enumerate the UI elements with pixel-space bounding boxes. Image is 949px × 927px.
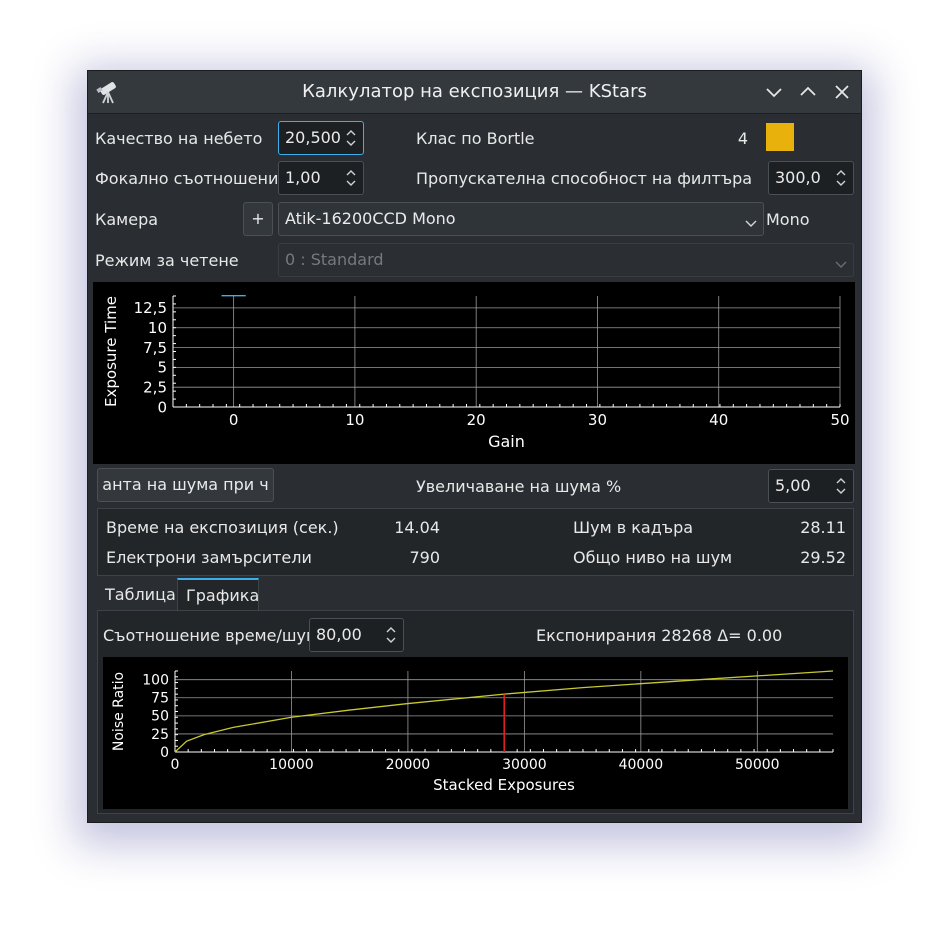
close-icon[interactable]: [830, 80, 854, 104]
read-mode-value: 0 : Standard: [285, 250, 384, 269]
x-tick-label: 50000: [735, 757, 780, 773]
pollution-electrons-value: 790: [409, 548, 440, 567]
y-tick-label: 5: [157, 359, 167, 377]
gain-exposure-chart: 0 10 20 30 40 50 0 2,5 5 7,5 10 12,5 Gain Exposure Ti…: [93, 282, 855, 464]
bortle-value: 4: [737, 129, 748, 148]
x-tick-label: 40: [709, 411, 728, 429]
telescope-icon: [96, 79, 122, 105]
x-tick-label: 40000: [619, 757, 664, 773]
time-noise-ratio-value: 80,00: [316, 625, 362, 644]
read-mode-label: Режим за четене: [95, 251, 239, 270]
filter-bandwidth-value: 300,0: [775, 168, 821, 187]
camera-type-label: Mono: [766, 210, 810, 229]
chevron-down-icon: [835, 255, 847, 268]
y-tick-label: 7,5: [143, 339, 167, 357]
y-tick-label: 0: [157, 398, 167, 416]
y-axis-title: Noise Ratio: [111, 672, 127, 751]
filter-bandwidth-spinbox[interactable]: 300,0: [768, 161, 854, 195]
x-axis-title: Stacked Exposures: [433, 776, 575, 794]
spin-arrows-icon[interactable]: [835, 167, 847, 189]
noise-increase-value: 5,00: [775, 476, 811, 495]
y-tick-label: 12,5: [134, 299, 167, 317]
graph-tab-panel: Съотношение време/шум 80,00 Експонирания…: [97, 610, 854, 814]
camera-label: Камера: [95, 210, 159, 229]
spin-arrows-icon[interactable]: [835, 475, 847, 497]
x-tick-label: 0: [171, 757, 180, 773]
x-tick-label: 0: [229, 411, 239, 429]
noise-selector-button[interactable]: анта на шума при ч: [97, 468, 274, 502]
read-mode-select: 0 : Standard: [278, 243, 854, 277]
y-tick-label: 10: [148, 319, 167, 337]
x-tick-label: 10: [345, 411, 364, 429]
focal-ratio-spinbox[interactable]: 1,00: [278, 161, 364, 195]
add-camera-button[interactable]: +: [243, 202, 273, 236]
noise-increase-label: Увеличаване на шума %: [416, 477, 622, 496]
bortle-color-swatch: [766, 123, 794, 151]
exposure-time-value: 14.04: [394, 518, 440, 537]
camera-select-value: Atik-16200CCD Mono: [285, 209, 456, 228]
focal-ratio-value: 1,00: [285, 168, 321, 187]
chevron-down-icon: [745, 214, 757, 227]
exposure-calculator-window: Калкулатор на експозиция — KStars Качест…: [87, 70, 862, 823]
total-noise-label: Общо ниво на шум: [573, 548, 733, 567]
frame-noise-value: 28.11: [800, 518, 846, 537]
noise-increase-spinbox[interactable]: 5,00: [768, 469, 854, 503]
y-tick-label: 75: [151, 691, 169, 707]
tab-graph[interactable]: Графика: [177, 578, 259, 611]
time-noise-ratio-spinbox[interactable]: 80,00: [309, 618, 404, 652]
y-tick-label: 100: [142, 673, 169, 689]
results-panel: Време на експозиция (сек.) 14.04 Шум в к…: [97, 508, 854, 576]
spin-arrows-icon[interactable]: [345, 127, 357, 149]
spin-arrows-icon[interactable]: [385, 624, 397, 646]
window-title: Калкулатор на експозиция — KStars: [302, 81, 647, 102]
exposures-count-text: Експонирания 28268 Δ= 0.00: [536, 626, 783, 645]
x-tick-label: 50: [830, 411, 849, 429]
focal-ratio-label: Фокално съотношение: [95, 169, 289, 188]
x-tick-label: 30000: [502, 757, 547, 773]
y-tick-label: 25: [151, 727, 169, 743]
y-tick-label: 0: [160, 745, 169, 761]
time-noise-ratio-label: Съотношение време/шум: [103, 626, 319, 645]
y-tick-label: 2,5: [143, 378, 167, 396]
frame-noise-label: Шум в кадъра: [573, 518, 694, 537]
total-noise-value: 29.52: [800, 548, 846, 567]
noise-ratio-chart: 0 10000 20000 30000 40000 50000 0 25 50 75 100 Stac…: [103, 657, 848, 809]
sky-quality-value: 20,500: [285, 128, 341, 147]
noise-chart-svg: 0 10000 20000 30000 40000 500000255075100Stac…: [111, 670, 834, 794]
x-tick-label: 20000: [386, 757, 431, 773]
sky-quality-label: Качество на небето: [95, 129, 263, 148]
spin-arrows-icon[interactable]: [345, 167, 357, 189]
x-tick-label: 10000: [269, 757, 314, 773]
chevron-down-icon[interactable]: [762, 80, 786, 104]
exposure-time-label: Време на експозиция (сек.): [106, 518, 339, 537]
filter-bandwidth-label: Пропускателна способност на филтъра: [416, 169, 753, 188]
y-tick-label: 50: [151, 709, 169, 725]
sky-quality-spinbox[interactable]: 20,500: [278, 121, 364, 155]
gain-chart-svg: 0 10 20 30 40 50 0 2,55 7,5 10 12,5 Gain Exposure Ti…: [102, 295, 850, 451]
x-tick-label: 20: [467, 411, 486, 429]
camera-select[interactable]: Atik-16200CCD Mono: [278, 202, 764, 236]
x-axis-title: Gain: [488, 432, 525, 451]
bortle-label: Клас по Bortle: [416, 129, 535, 148]
y-axis-title: Exposure Time: [102, 296, 120, 407]
pollution-electrons-label: Електрони замърсители: [106, 548, 312, 567]
chevron-up-icon[interactable]: [796, 80, 820, 104]
title-bar: Калкулатор на експозиция — KStars: [88, 71, 861, 114]
x-tick-label: 30: [588, 411, 607, 429]
tab-table[interactable]: Таблица: [97, 579, 184, 612]
